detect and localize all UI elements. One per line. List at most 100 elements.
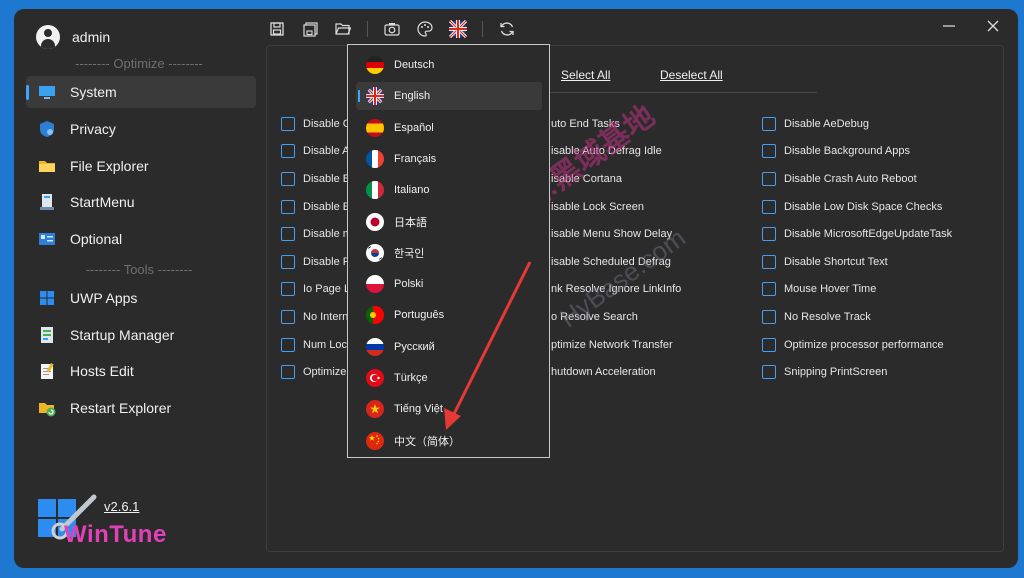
language-option[interactable]: Português — [356, 301, 542, 329]
language-option[interactable]: 中文（简体） — [356, 427, 542, 455]
sidebar-item-label: File Explorer — [70, 158, 149, 174]
option-item[interactable]: Disable G — [281, 110, 356, 138]
sidebar-item-label: StartMenu — [70, 194, 135, 210]
start-menu-icon — [38, 193, 56, 211]
option-checkbox[interactable] — [762, 254, 776, 269]
language-option[interactable]: Polski — [356, 270, 542, 298]
language-option[interactable]: Tiếng Việt — [356, 395, 542, 423]
sidebar-item-startmenu[interactable]: StartMenu — [26, 186, 256, 218]
language-label: Deutsch — [394, 59, 435, 71]
option-checkbox[interactable] — [762, 144, 776, 159]
option-item[interactable]: hutdown Acceleration — [551, 358, 681, 386]
sidebar-item-privacy[interactable]: Privacy — [26, 113, 256, 145]
option-item[interactable]: Mouse Hover Time — [762, 276, 952, 304]
option-item[interactable]: No Intern — [281, 303, 356, 331]
option-checkbox[interactable] — [762, 199, 776, 214]
sidebar-item-system[interactable]: System — [26, 76, 256, 108]
option-item[interactable]: isable Scheduled Defrag — [551, 248, 681, 276]
option-item[interactable]: Snipping PrintScreen — [762, 358, 952, 386]
option-label: Disable Low Disk Space Checks — [784, 200, 943, 213]
option-checkbox[interactable] — [762, 365, 776, 380]
select-all-link[interactable]: Select All — [561, 68, 610, 82]
language-option[interactable]: Deutsch — [356, 51, 542, 79]
sidebar-item-restart-explorer[interactable]: Restart Explorer — [26, 392, 256, 424]
option-item[interactable]: o Resolve Search — [551, 303, 681, 331]
option-label: Disable Shortcut Text — [784, 255, 888, 268]
option-item[interactable]: Disable Background Apps — [762, 138, 952, 166]
user-profile[interactable]: admin — [36, 25, 110, 49]
option-item[interactable]: isable Auto Defrag Idle — [551, 138, 681, 166]
language-option[interactable]: Türkçe — [356, 364, 542, 392]
open-folder-icon[interactable] — [334, 20, 352, 38]
option-item[interactable]: isable Menu Show Delay — [551, 220, 681, 248]
option-item[interactable]: Io Page Lo — [281, 276, 356, 304]
option-item[interactable]: Disable m — [281, 220, 356, 248]
language-option[interactable]: Русский — [356, 333, 542, 361]
option-checkbox[interactable] — [281, 144, 295, 159]
app-version[interactable]: v2.6.1 — [104, 499, 139, 514]
option-checkbox[interactable] — [281, 116, 295, 131]
option-checkbox[interactable] — [281, 254, 295, 269]
language-option[interactable]: 日本語 — [356, 208, 542, 236]
option-item[interactable]: Disable Shortcut Text — [762, 248, 952, 276]
option-item[interactable]: Optimize processor performance — [762, 331, 952, 359]
option-item[interactable]: nk Resolve Ignore LinkInfo — [551, 276, 681, 304]
screenshot-icon[interactable] — [383, 20, 401, 38]
save-all-icon[interactable] — [301, 20, 319, 38]
flag-france-icon — [366, 149, 384, 168]
option-item[interactable]: Disable Pr — [281, 248, 356, 276]
option-item[interactable]: No Resolve Track — [762, 303, 952, 331]
option-item[interactable]: Disable Crash Auto Reboot — [762, 165, 952, 193]
language-option[interactable]: Italiano — [356, 176, 542, 204]
sidebar-item-optional[interactable]: Optional — [26, 223, 256, 255]
option-item[interactable]: ptimize Network Transfer — [551, 331, 681, 359]
deselect-all-link[interactable]: Deselect All — [660, 68, 723, 82]
flag-italy-icon — [366, 181, 384, 200]
theme-icon[interactable] — [416, 20, 434, 38]
option-checkbox[interactable] — [762, 337, 776, 352]
option-item[interactable]: Disable AeDebug — [762, 110, 952, 138]
sidebar-item-uwp-apps[interactable]: UWP Apps — [26, 282, 256, 314]
option-label: isable Scheduled Defrag — [551, 255, 671, 268]
option-label: Disable A — [303, 145, 350, 158]
option-item[interactable]: Disable Er — [281, 193, 356, 221]
sidebar-item-label: Restart Explorer — [70, 400, 172, 416]
option-item[interactable]: Disable Bo — [281, 165, 356, 193]
language-label: 한국인 — [394, 247, 425, 260]
option-label: No Resolve Track — [784, 310, 871, 323]
option-checkbox[interactable] — [762, 227, 776, 242]
language-option[interactable]: 한국인 — [356, 239, 542, 267]
minimize-icon[interactable] — [942, 19, 956, 33]
option-item[interactable]: Disable MicrosoftEdgeUpdateTask — [762, 220, 952, 248]
sidebar-item-startup-manager[interactable]: Startup Manager — [26, 319, 256, 351]
refresh-icon[interactable] — [498, 20, 516, 38]
close-icon[interactable] — [986, 19, 1000, 33]
option-item[interactable]: Disable A — [281, 138, 356, 166]
optional-icon — [38, 230, 56, 248]
option-item[interactable]: isable Cortana — [551, 165, 681, 193]
option-checkbox[interactable] — [281, 337, 295, 352]
sidebar-item-hosts-edit[interactable]: Hosts Edit — [26, 355, 256, 387]
option-item[interactable]: isable Lock Screen — [551, 193, 681, 221]
sidebar-item-file-explorer[interactable]: File Explorer — [26, 150, 256, 182]
option-checkbox[interactable] — [762, 309, 776, 324]
option-checkbox[interactable] — [762, 282, 776, 297]
option-checkbox[interactable] — [281, 309, 295, 324]
option-checkbox[interactable] — [281, 227, 295, 242]
language-option[interactable]: English — [356, 82, 542, 111]
option-item[interactable]: Num Lock — [281, 331, 356, 359]
language-option[interactable]: Español — [356, 114, 542, 142]
language-flag-icon[interactable] — [449, 20, 467, 38]
option-item[interactable]: Optimize — [281, 358, 356, 386]
option-checkbox[interactable] — [281, 171, 295, 186]
option-checkbox[interactable] — [281, 282, 295, 297]
option-item[interactable]: uto End Tasks — [551, 110, 681, 138]
option-checkbox[interactable] — [762, 116, 776, 131]
option-checkbox[interactable] — [281, 199, 295, 214]
option-checkbox[interactable] — [281, 365, 295, 380]
save-icon[interactable] — [268, 20, 286, 38]
language-option[interactable]: Français — [356, 145, 542, 173]
option-item[interactable]: Disable Low Disk Space Checks — [762, 193, 952, 221]
option-checkbox[interactable] — [762, 171, 776, 186]
sidebar: admin -------- Optimize -------- System … — [14, 9, 264, 568]
